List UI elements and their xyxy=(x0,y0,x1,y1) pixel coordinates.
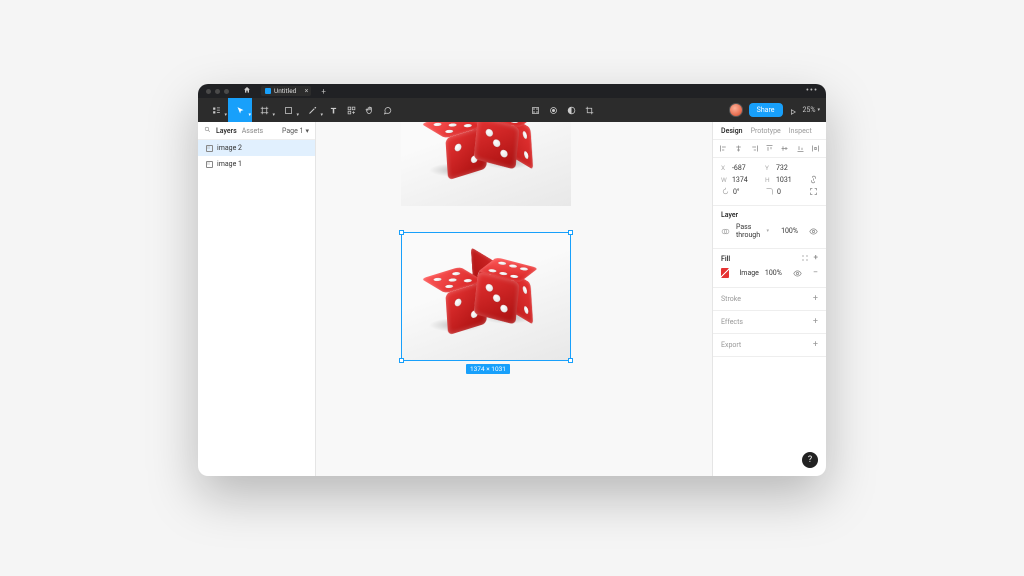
fill-swatch[interactable] xyxy=(721,268,729,278)
app-window: Untitled × + ••• ▾ ▾ ▾ ▾ ▾ xyxy=(198,84,826,476)
file-tab[interactable]: Untitled × xyxy=(261,86,311,96)
traffic-lights[interactable] xyxy=(206,89,229,94)
inspector-panel: Design Prototype Inspect X-687 Y732 xyxy=(712,122,826,476)
fill-opacity[interactable]: 100% xyxy=(765,269,782,277)
main-menu-button[interactable]: ▾ xyxy=(204,98,228,122)
align-hcenter-icon[interactable] xyxy=(734,144,743,153)
pen-tool[interactable]: ▾ xyxy=(300,98,324,122)
crop-tool[interactable] xyxy=(580,98,598,122)
visibility-icon[interactable] xyxy=(793,269,802,278)
image-layer-icon xyxy=(206,161,213,168)
tab-title: Untitled xyxy=(274,87,296,95)
selection-dimensions-badge: 1374 × 1031 xyxy=(466,364,510,374)
component-tool[interactable] xyxy=(526,98,544,122)
y-value[interactable]: 732 xyxy=(776,164,788,172)
corner-value[interactable]: 0 xyxy=(777,188,781,196)
add-export-button[interactable]: + xyxy=(813,340,818,350)
layer-name: image 1 xyxy=(217,160,242,168)
left-panel-header: Layers Assets Page 1 ▾ xyxy=(198,122,315,140)
transform-section: X-687 Y732 W1374 H1031 0° 0 xyxy=(713,158,826,206)
selection-outline[interactable] xyxy=(401,232,571,361)
blend-mode-icon xyxy=(721,227,730,236)
remove-fill-button[interactable]: − xyxy=(813,268,818,278)
main-area: Layers Assets Page 1 ▾ image 2 image 1 xyxy=(198,122,826,476)
effects-section[interactable]: Effects + xyxy=(713,311,826,334)
align-left-icon[interactable] xyxy=(719,144,728,153)
new-tab-button[interactable]: + xyxy=(321,87,326,96)
layer-section: Layer Pass through ▾ 100% xyxy=(713,206,826,249)
boolean-tool[interactable] xyxy=(562,98,580,122)
assets-tab[interactable]: Assets xyxy=(242,127,263,135)
add-effect-button[interactable]: + xyxy=(813,317,818,327)
align-controls xyxy=(713,140,826,158)
blend-mode[interactable]: Pass through xyxy=(736,223,761,239)
section-title: Layer xyxy=(721,211,738,219)
image-layer-icon xyxy=(206,145,213,152)
add-fill-button[interactable]: + xyxy=(814,254,818,264)
titlebar: Untitled × + ••• xyxy=(198,84,826,98)
tab-prototype[interactable]: Prototype xyxy=(751,127,781,135)
resize-handle[interactable] xyxy=(568,230,573,235)
constrain-proportions-icon[interactable] xyxy=(809,175,818,184)
doc-icon xyxy=(265,88,271,94)
resources-tool[interactable] xyxy=(342,98,360,122)
text-tool[interactable] xyxy=(324,98,342,122)
left-panel: Layers Assets Page 1 ▾ image 2 image 1 xyxy=(198,122,316,476)
inspector-tabs: Design Prototype Inspect xyxy=(713,122,826,140)
close-tab-icon[interactable]: × xyxy=(305,87,309,95)
visibility-icon[interactable] xyxy=(809,227,818,236)
shape-tool[interactable]: ▾ xyxy=(276,98,300,122)
layer-row[interactable]: image 2 xyxy=(198,140,315,156)
layer-name: image 2 xyxy=(217,144,242,152)
rotation-value[interactable]: 0° xyxy=(733,188,740,196)
resize-handle[interactable] xyxy=(399,230,404,235)
align-bottom-icon[interactable] xyxy=(796,144,805,153)
canvas-image[interactable] xyxy=(401,122,571,206)
rotation-icon xyxy=(721,187,730,196)
share-button[interactable]: Share xyxy=(749,103,783,117)
frame-tool[interactable]: ▾ xyxy=(252,98,276,122)
stroke-section[interactable]: Stroke + xyxy=(713,288,826,311)
align-right-icon[interactable] xyxy=(750,144,759,153)
layer-opacity[interactable]: 100% xyxy=(781,227,798,235)
present-button[interactable] xyxy=(789,101,797,120)
zoom-value: 25% xyxy=(803,106,816,114)
layers-tab[interactable]: Layers xyxy=(216,127,237,135)
chevron-down-icon: ▾ xyxy=(767,228,770,234)
layer-row[interactable]: image 1 xyxy=(198,156,315,172)
distribute-icon[interactable] xyxy=(811,144,820,153)
resize-handle[interactable] xyxy=(568,358,573,363)
comment-tool[interactable] xyxy=(378,98,396,122)
window-menu-icon[interactable]: ••• xyxy=(806,86,818,96)
user-avatar[interactable] xyxy=(729,103,743,117)
h-value[interactable]: 1031 xyxy=(776,176,792,184)
toolbar: ▾ ▾ ▾ ▾ ▾ xyxy=(198,98,826,122)
align-top-icon[interactable] xyxy=(765,144,774,153)
page-selector[interactable]: Page 1 ▾ xyxy=(282,127,309,135)
resize-handle[interactable] xyxy=(399,358,404,363)
hand-tool[interactable] xyxy=(360,98,378,122)
canvas[interactable]: 1374 × 1031 xyxy=(316,122,712,476)
fill-type[interactable]: Image xyxy=(739,269,759,277)
tab-design[interactable]: Design xyxy=(721,127,743,135)
section-title: Fill xyxy=(721,255,730,263)
zoom-control[interactable]: 25% ▾ xyxy=(803,106,821,114)
w-value[interactable]: 1374 xyxy=(732,176,748,184)
fill-section: Fill + Image 100% − xyxy=(713,249,826,288)
tab-inspect[interactable]: Inspect xyxy=(789,127,812,135)
move-tool[interactable]: ▾ xyxy=(228,98,252,122)
search-icon[interactable] xyxy=(204,126,211,135)
corner-radius-icon xyxy=(765,187,774,196)
chevron-down-icon: ▾ xyxy=(305,127,309,135)
add-stroke-button[interactable]: + xyxy=(813,294,818,304)
chevron-down-icon: ▾ xyxy=(818,107,821,113)
fill-style-icon[interactable] xyxy=(801,254,809,264)
x-value[interactable]: -687 xyxy=(732,164,746,172)
align-vcenter-icon[interactable] xyxy=(780,144,789,153)
help-button[interactable]: ? xyxy=(802,452,818,468)
mask-tool[interactable] xyxy=(544,98,562,122)
home-icon[interactable] xyxy=(243,86,251,96)
export-section[interactable]: Export + xyxy=(713,334,826,357)
independent-corners-icon[interactable] xyxy=(809,187,818,196)
